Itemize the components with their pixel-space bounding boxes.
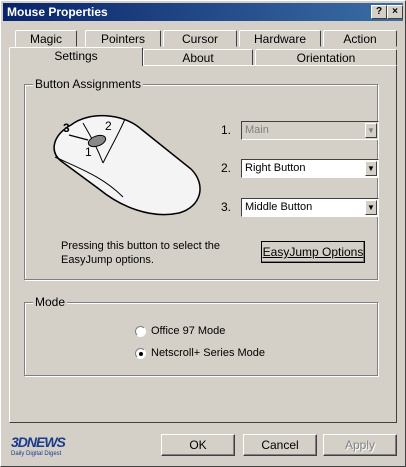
button-2-select[interactable]: Right Button ▼ xyxy=(241,159,379,178)
mouse-properties-window: Mouse Properties ? × Magic Pointers Curs… xyxy=(0,0,406,467)
logo-text: 3DNEWS xyxy=(11,434,66,450)
easyjump-description: Pressing this button to select the EasyJ… xyxy=(61,240,220,266)
office97-radio[interactable] xyxy=(135,326,146,337)
tab-action[interactable]: Action xyxy=(323,30,397,47)
logo-subtitle: Daily Digital Digest xyxy=(11,451,62,457)
mouse-label-3: 3 xyxy=(63,121,70,135)
tab-about[interactable]: About xyxy=(143,49,253,66)
help-button[interactable]: ? xyxy=(371,5,387,19)
netscroll-label[interactable]: Netscroll+ Series Mode xyxy=(151,347,265,359)
button-assignments-group: Button Assignments 3 2 1 1. Main ▼ 2. Ri… xyxy=(24,77,379,280)
window-title: Mouse Properties xyxy=(7,5,108,19)
tab-settings[interactable]: Settings xyxy=(9,47,143,66)
mode-title: Mode xyxy=(33,295,68,309)
row-3-number: 3. xyxy=(221,200,232,214)
tab-orientation[interactable]: Orientation xyxy=(255,49,397,66)
office97-label[interactable]: Office 97 Mode xyxy=(151,325,225,337)
row-2-number: 2. xyxy=(221,161,232,175)
title-bar: Mouse Properties ? × xyxy=(3,3,403,21)
tab-hardware[interactable]: Hardware xyxy=(239,30,321,47)
button-2-value: Right Button xyxy=(245,162,306,174)
tab-cursor[interactable]: Cursor xyxy=(163,30,237,47)
mode-group: Mode Office 97 Mode Netscroll+ Series Mo… xyxy=(24,295,378,376)
ok-button[interactable]: OK xyxy=(161,434,235,456)
settings-panel: Button Assignments 3 2 1 1. Main ▼ 2. Ri… xyxy=(9,65,397,423)
mouse-label-1: 1 xyxy=(85,145,92,159)
row-1-number: 1. xyxy=(221,123,232,137)
cancel-button[interactable]: Cancel xyxy=(243,434,317,456)
netscroll-radio[interactable] xyxy=(135,348,146,359)
chevron-down-icon: ▼ xyxy=(365,123,377,138)
button-3-select[interactable]: Middle Button ▼ xyxy=(241,198,379,217)
apply-button[interactable]: Apply xyxy=(323,434,397,456)
easyjump-options-button[interactable]: EasyJump Options xyxy=(261,241,365,263)
logo: 3DNEWS Daily Digital Digest xyxy=(11,434,81,460)
button-1-value: Main xyxy=(245,124,269,136)
chevron-down-icon[interactable]: ▼ xyxy=(365,200,377,215)
chevron-down-icon[interactable]: ▼ xyxy=(365,161,377,176)
mouse-label-2: 2 xyxy=(105,119,112,133)
button-assignments-title: Button Assignments xyxy=(33,77,144,91)
tab-pointers[interactable]: Pointers xyxy=(85,30,161,47)
radio-dot-icon xyxy=(139,352,143,356)
tab-magic[interactable]: Magic xyxy=(15,30,77,47)
button-1-select: Main ▼ xyxy=(241,121,379,140)
close-button[interactable]: × xyxy=(387,5,403,19)
button-3-value: Middle Button xyxy=(245,201,313,213)
